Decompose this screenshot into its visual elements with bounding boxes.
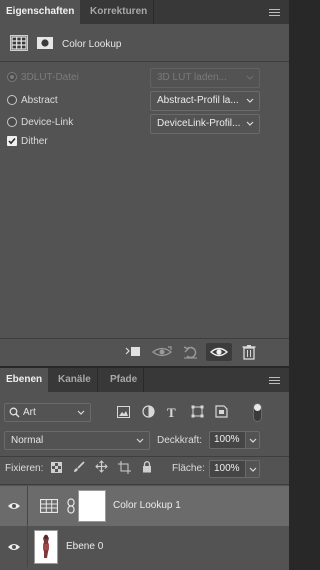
- layer-name: Color Lookup 1: [113, 500, 181, 511]
- tab-ebenen[interactable]: Ebenen: [0, 368, 49, 392]
- layers-divider: [0, 456, 289, 457]
- devicelink-profile-dropdown[interactable]: DeviceLink-Profil...: [150, 114, 260, 134]
- abstract-dropdown-value: Abstract-Profil la...: [157, 95, 239, 106]
- option-label-device-link: Device-Link: [21, 117, 74, 128]
- layers-panel: Ebenen Kanäle Pfade Art T Normal Deckkra…: [0, 368, 289, 570]
- visibility-toggle-button[interactable]: [206, 343, 232, 361]
- abstract-profile-dropdown[interactable]: Abstract-Profil la...: [150, 91, 260, 111]
- view-previous-state-icon[interactable]: [150, 343, 174, 361]
- filter-toggle-switch[interactable]: [253, 403, 262, 422]
- toggle-knob: [254, 404, 261, 411]
- chevron-down-icon: [246, 75, 254, 80]
- adjustment-grid-icon[interactable]: [10, 35, 28, 51]
- filter-shape-icon[interactable]: [191, 405, 204, 418]
- lock-label: Fixieren:: [5, 463, 44, 474]
- layers-divider: [0, 484, 289, 485]
- trash-icon[interactable]: [240, 343, 258, 361]
- layer-name: Ebene 0: [66, 541, 104, 552]
- search-icon: [9, 407, 20, 418]
- fill-input[interactable]: 100%: [209, 460, 245, 478]
- opacity-label: Deckkraft:: [157, 435, 203, 446]
- dither-checkbox[interactable]: [7, 136, 17, 146]
- devicelink-dropdown-value: DeviceLink-Profil...: [157, 118, 241, 129]
- option-label-abstract: Abstract: [21, 95, 58, 106]
- layers-tabbar: Ebenen Kanäle Pfade: [0, 368, 289, 392]
- filter-type-icon[interactable]: T: [167, 405, 176, 421]
- option-label-3dlut: 3DLUT-Datei: [21, 72, 79, 83]
- chevron-down-icon: [246, 98, 254, 103]
- visibility-eye-icon: [8, 544, 20, 550]
- fill-stepper[interactable]: [245, 460, 260, 478]
- tab-kanaele[interactable]: Kanäle: [52, 368, 98, 392]
- lock-position-icon[interactable]: [95, 460, 108, 473]
- radio-abstract[interactable]: [7, 95, 17, 105]
- visibility-eye-icon: [209, 347, 229, 357]
- lock-transparent-icon[interactable]: [51, 462, 62, 473]
- chevron-down-icon: [77, 410, 85, 415]
- properties-title: Color Lookup: [62, 39, 122, 50]
- filter-smart-object-icon[interactable]: [215, 405, 228, 418]
- lock-artboard-icon[interactable]: [118, 461, 131, 474]
- tab-pfade[interactable]: Pfade: [104, 368, 145, 392]
- tab-korrekturen[interactable]: Korrekturen: [84, 0, 155, 24]
- layer-image-thumbnail[interactable]: [34, 530, 58, 564]
- layer-visibility-toggle[interactable]: [0, 486, 28, 526]
- 3dlut-dropdown-value: 3D LUT laden...: [157, 72, 227, 83]
- layer-filter-value: Art: [23, 407, 36, 418]
- opacity-stepper[interactable]: [245, 431, 260, 449]
- reset-icon[interactable]: [180, 343, 202, 361]
- tab-eigenschaften[interactable]: Eigenschaften: [0, 0, 81, 24]
- filter-pixel-icon[interactable]: [117, 406, 130, 418]
- chevron-down-icon: [246, 121, 254, 126]
- 3dlut-dropdown[interactable]: 3D LUT laden...: [150, 68, 260, 88]
- properties-panel: Eigenschaften Korrekturen Color Lookup 3…: [0, 0, 289, 366]
- blend-mode-value: Normal: [11, 435, 44, 446]
- chevron-down-icon: [136, 438, 144, 443]
- opacity-input[interactable]: 100%: [209, 431, 245, 449]
- layer-visibility-toggle[interactable]: [0, 527, 28, 567]
- visibility-eye-icon: [8, 503, 20, 509]
- lock-image-icon[interactable]: [73, 461, 85, 473]
- link-chain-icon[interactable]: [66, 498, 76, 514]
- chevron-down-icon: [249, 438, 257, 443]
- radio-3dlut-file[interactable]: [7, 72, 17, 82]
- option-label-dither: Dither: [21, 136, 48, 147]
- layer-mask-icon[interactable]: [37, 37, 53, 49]
- lock-all-icon[interactable]: [142, 461, 152, 473]
- properties-tabbar: Eigenschaften Korrekturen: [0, 0, 289, 24]
- checkmark-icon: [8, 137, 16, 145]
- layer-mask-thumbnail[interactable]: [78, 490, 106, 522]
- layer-row-color-lookup[interactable]: Color Lookup 1: [0, 486, 289, 526]
- chevron-down-icon: [249, 467, 257, 472]
- layer-filter-dropdown[interactable]: Art: [4, 403, 91, 422]
- layer-row-ebene-0[interactable]: Ebene 0: [0, 527, 289, 567]
- blend-mode-dropdown[interactable]: Normal: [4, 431, 150, 450]
- radio-device-link[interactable]: [7, 117, 17, 127]
- clip-to-layer-icon[interactable]: [122, 343, 144, 361]
- adjustment-layer-icon: [40, 499, 58, 513]
- fill-label: Fläche:: [172, 463, 205, 474]
- panel-menu-icon[interactable]: [267, 368, 283, 392]
- filter-adjustment-icon[interactable]: [142, 405, 155, 418]
- panel-menu-icon[interactable]: [267, 0, 283, 24]
